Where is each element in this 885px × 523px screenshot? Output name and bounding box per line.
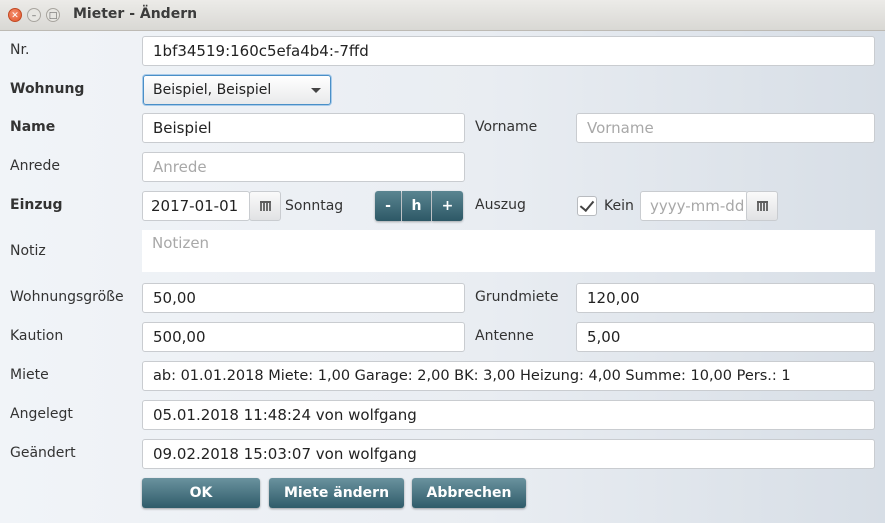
- today-button[interactable]: h: [402, 191, 431, 221]
- auszug-calendar-button[interactable]: [746, 191, 778, 221]
- einzug-calendar-button[interactable]: [249, 191, 281, 221]
- miete-field[interactable]: ab: 01.01.2018 Miete: 1,00 Garage: 2,00 …: [142, 361, 875, 391]
- nr-label: Nr.: [10, 42, 30, 58]
- day-plus-button[interactable]: +: [432, 191, 463, 221]
- nr-field[interactable]: 1bf34519:160c5efa4b4:-7ffd: [142, 36, 875, 66]
- miete-aendern-button[interactable]: Miete ändern: [269, 478, 404, 508]
- auszug-date-field[interactable]: yyyy-mm-dd: [640, 191, 748, 221]
- form-area: Nr. 1bf34519:160c5efa4b4:-7ffd Wohnung B…: [0, 31, 885, 523]
- anrede-field[interactable]: Anrede: [142, 152, 465, 182]
- grundmiete-field[interactable]: 120,00: [576, 283, 875, 313]
- anrede-label: Anrede: [10, 158, 61, 174]
- auszug-label: Auszug: [475, 197, 526, 213]
- antenne-label: Antenne: [475, 328, 534, 344]
- notiz-textarea[interactable]: Notizen: [142, 230, 875, 272]
- vorname-field[interactable]: Vorname: [576, 113, 875, 143]
- vorname-label: Vorname: [475, 119, 538, 135]
- abbrechen-button[interactable]: Abbrechen: [412, 478, 526, 508]
- wohnungsgroesse-field[interactable]: 50,00: [142, 283, 465, 313]
- notiz-label: Notiz: [10, 243, 46, 259]
- wohnung-select[interactable]: Beispiel, Beispiel: [143, 75, 331, 105]
- kaution-label: Kaution: [10, 328, 64, 344]
- chevron-down-icon: [311, 88, 321, 93]
- geaendert-label: Geändert: [10, 445, 76, 461]
- grundmiete-label: Grundmiete: [475, 289, 559, 305]
- angelegt-field[interactable]: 05.01.2018 11:48:24 von wolfgang: [142, 400, 875, 430]
- geaendert-field[interactable]: 09.02.2018 15:03:07 von wolfgang: [142, 439, 875, 469]
- kein-label: Kein: [604, 198, 634, 214]
- window-title: Mieter - Ändern: [73, 6, 198, 22]
- wohnung-label: Wohnung: [10, 81, 85, 97]
- close-icon[interactable]: ✕: [8, 8, 22, 22]
- einzug-date-field[interactable]: 2017-01-01: [142, 191, 250, 221]
- miete-label: Miete: [10, 367, 49, 383]
- name-field[interactable]: Beispiel: [142, 113, 465, 143]
- kaution-field[interactable]: 500,00: [142, 322, 465, 352]
- maximize-icon[interactable]: □: [46, 8, 60, 22]
- title-bar: ✕ – □ Mieter - Ändern: [0, 0, 885, 31]
- ok-button[interactable]: OK: [142, 478, 260, 508]
- kein-checkbox[interactable]: [577, 196, 597, 216]
- einzug-weekday: Sonntag: [285, 198, 344, 214]
- wohnungsgroesse-label: Wohnungsgröße: [10, 289, 124, 305]
- name-label: Name: [10, 119, 56, 135]
- calendar-icon: [757, 201, 768, 211]
- check-icon: [579, 196, 595, 213]
- angelegt-label: Angelegt: [10, 406, 73, 422]
- calendar-icon: [260, 201, 271, 211]
- antenne-field[interactable]: 5,00: [576, 322, 875, 352]
- day-minus-button[interactable]: -: [375, 191, 401, 221]
- wohnung-selected-value: Beispiel, Beispiel: [153, 82, 272, 98]
- dialog-window: ✕ – □ Mieter - Ändern Nr. 1bf34519:160c5…: [0, 0, 885, 523]
- minimize-icon[interactable]: –: [27, 8, 41, 22]
- einzug-label: Einzug: [10, 197, 63, 213]
